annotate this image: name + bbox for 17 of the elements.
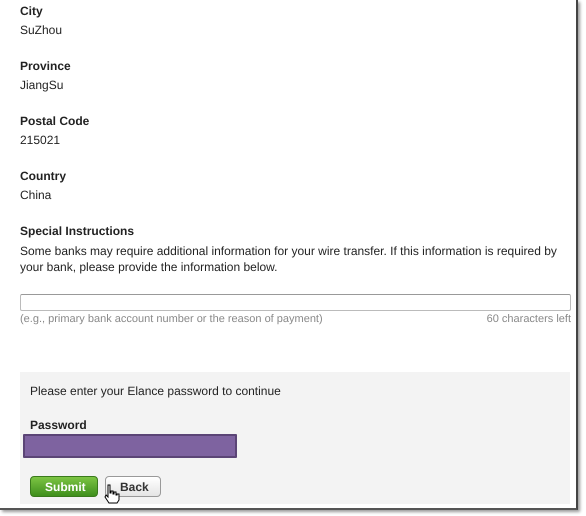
section-label: Special Instructions (20, 223, 134, 239)
field-value: SuZhou (20, 22, 62, 38)
instructions-field[interactable] (20, 294, 571, 311)
back-button[interactable]: Back (105, 476, 161, 497)
password-label: Password (30, 417, 87, 433)
field-value: China (20, 187, 52, 203)
character-counter: 60 characters left (486, 312, 571, 326)
field-value: 215021 (20, 132, 60, 148)
description-text: Some banks may require additional information for your wire transfer. If this information is required by your bank, please provide the information below. (20, 243, 558, 275)
field-label: City (20, 3, 43, 19)
field-hint: (e.g., primary bank account number or the reason of payment) (20, 312, 323, 326)
field-label: Province (20, 58, 71, 74)
field-label: Postal Code (20, 113, 90, 129)
field-value: JiangSu (20, 77, 64, 93)
password-field[interactable] (23, 434, 237, 458)
password-prompt: Please enter your Elance password to continue (30, 383, 281, 399)
field-label: Country (20, 168, 66, 184)
